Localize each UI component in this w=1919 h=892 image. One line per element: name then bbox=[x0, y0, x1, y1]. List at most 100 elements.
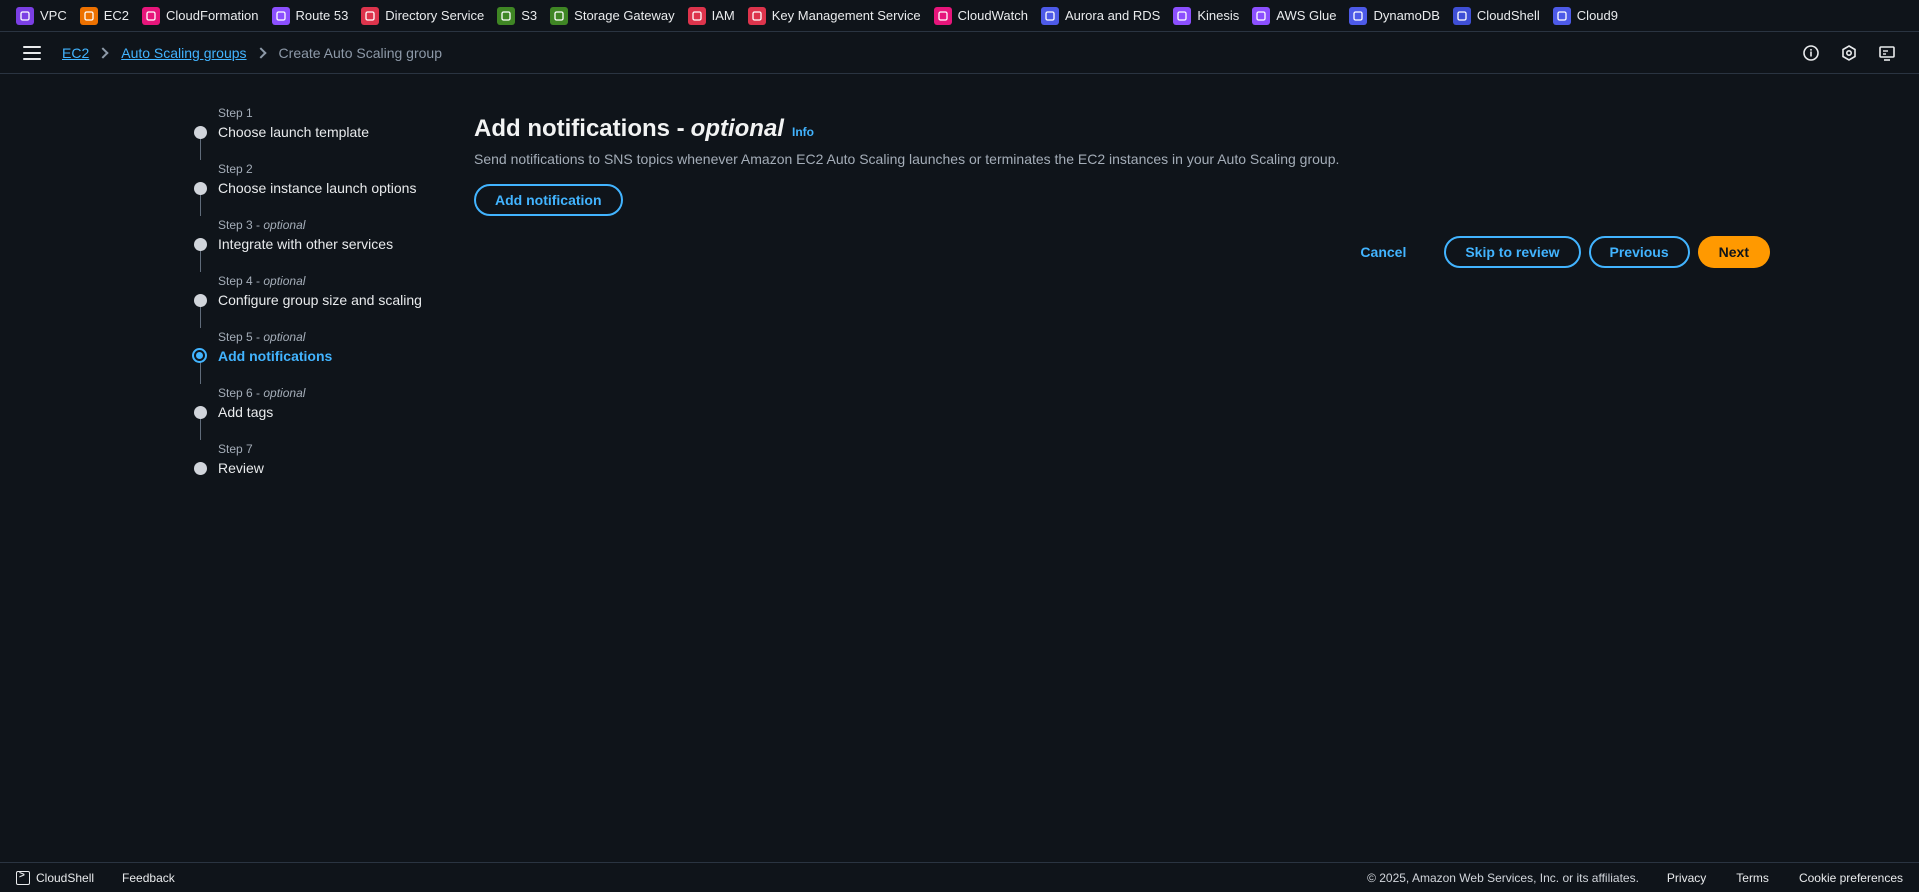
step-optional: optional bbox=[263, 386, 306, 400]
step-title[interactable]: Configure group size and scaling bbox=[218, 292, 422, 308]
favorite-dynamodb[interactable]: DynamoDB bbox=[1349, 6, 1440, 25]
step-number: Step 7 bbox=[218, 442, 253, 456]
step-title: Add notifications bbox=[218, 348, 333, 364]
next-button[interactable]: Next bbox=[1697, 236, 1770, 268]
step-number: Step 6 - optional bbox=[218, 386, 305, 400]
footer-privacy[interactable]: Privacy bbox=[1667, 871, 1706, 885]
favorite-label: S3 bbox=[521, 8, 538, 23]
breadcrumb-current: Create Auto Scaling group bbox=[278, 45, 442, 61]
favorite-storage-gateway[interactable]: Storage Gateway bbox=[550, 6, 675, 25]
cloudformation-icon bbox=[142, 6, 161, 25]
step-number-text: Step 7 bbox=[218, 442, 253, 456]
favorite-vpc[interactable]: VPC bbox=[16, 6, 67, 25]
wizard-step-7: Step 7 Review bbox=[192, 440, 452, 496]
wizard-step-6: Step 6 - optional Add tags bbox=[192, 384, 452, 440]
footer-cloudshell[interactable]: CloudShell bbox=[36, 871, 94, 885]
step-title[interactable]: Integrate with other services bbox=[218, 236, 393, 252]
step-number: Step 3 - optional bbox=[218, 218, 305, 232]
favorite-glue[interactable]: AWS Glue bbox=[1252, 6, 1337, 25]
favorite-label: VPC bbox=[40, 8, 67, 23]
favorite-cloudwatch[interactable]: CloudWatch bbox=[933, 6, 1028, 25]
footer-feedback[interactable]: Feedback bbox=[122, 871, 175, 885]
previous-button[interactable]: Previous bbox=[1588, 236, 1690, 268]
favorite-label: AWS Glue bbox=[1276, 8, 1337, 23]
cloud9-icon bbox=[1552, 6, 1571, 25]
glue-icon bbox=[1252, 6, 1271, 25]
ec2-icon bbox=[79, 6, 98, 25]
favorite-label: IAM bbox=[711, 8, 735, 23]
footer-cookie-preferences[interactable]: Cookie preferences bbox=[1799, 871, 1903, 885]
favorite-cloudshell[interactable]: CloudShell bbox=[1452, 6, 1540, 25]
favorite-iam[interactable]: IAM bbox=[687, 6, 735, 25]
step-number-text: Step 1 bbox=[218, 106, 253, 120]
step-separator: - bbox=[252, 330, 264, 344]
skip-to-review-button[interactable]: Skip to review bbox=[1444, 236, 1581, 268]
favorite-label: CloudShell bbox=[1476, 8, 1540, 23]
favorite-label: EC2 bbox=[103, 8, 130, 23]
favorite-label: Route 53 bbox=[295, 8, 349, 23]
info-link[interactable]: Info bbox=[792, 125, 814, 139]
cloudshell-icon[interactable] bbox=[16, 870, 30, 885]
wizard-actions: Cancel Skip to review Previous Next bbox=[1340, 236, 1770, 268]
step-indicator-icon bbox=[194, 126, 207, 139]
favorite-label: DynamoDB bbox=[1373, 8, 1440, 23]
favorite-s3[interactable]: S3 bbox=[497, 6, 538, 25]
favorite-rds[interactable]: Aurora and RDS bbox=[1040, 6, 1161, 25]
favorite-kms[interactable]: Key Management Service bbox=[747, 6, 921, 25]
wizard-step-4: Step 4 - optional Configure group size an… bbox=[192, 272, 452, 328]
favorite-label: Storage Gateway bbox=[574, 8, 675, 23]
favorite-label: Directory Service bbox=[385, 8, 485, 23]
menu-icon[interactable] bbox=[23, 46, 41, 60]
step-indicator-icon bbox=[194, 294, 207, 307]
favorite-label: CloudFormation bbox=[166, 8, 259, 23]
step-title[interactable]: Choose launch template bbox=[218, 124, 369, 140]
footer-terms[interactable]: Terms bbox=[1736, 871, 1769, 885]
favorite-label: Cloud9 bbox=[1576, 8, 1618, 23]
footer: CloudShell Feedback © 2025, Amazon Web S… bbox=[0, 862, 1919, 892]
step-number: Step 1 bbox=[218, 106, 253, 120]
top-right-icons bbox=[1783, 43, 1897, 63]
favorite-ec2[interactable]: EC2 bbox=[79, 6, 130, 25]
favorite-route53[interactable]: Route 53 bbox=[271, 6, 349, 25]
step-optional: optional bbox=[263, 218, 306, 232]
favorite-label: Kinesis bbox=[1197, 8, 1240, 23]
favorite-cloud9[interactable]: Cloud9 bbox=[1552, 6, 1618, 25]
breadcrumb-auto-scaling-groups[interactable]: Auto Scaling groups bbox=[121, 45, 246, 61]
favorite-directory-service[interactable]: Directory Service bbox=[361, 6, 485, 25]
step-indicator-icon bbox=[194, 238, 207, 251]
page-title: Add notifications - optional Info bbox=[474, 115, 1774, 143]
step-separator: - bbox=[252, 218, 264, 232]
route53-icon bbox=[271, 6, 290, 25]
s3-icon bbox=[497, 6, 516, 25]
info-icon[interactable] bbox=[1801, 43, 1821, 63]
wizard-step-1: Step 1 Choose launch template bbox=[192, 104, 452, 160]
cancel-button[interactable]: Cancel bbox=[1340, 244, 1426, 260]
step-number: Step 4 - optional bbox=[218, 274, 305, 288]
favorite-kinesis[interactable]: Kinesis bbox=[1173, 6, 1240, 25]
favorite-label: Aurora and RDS bbox=[1064, 8, 1161, 23]
iam-icon bbox=[687, 6, 706, 25]
favorite-cloudformation[interactable]: CloudFormation bbox=[142, 6, 259, 25]
storage-gateway-icon bbox=[550, 6, 569, 25]
kms-icon bbox=[747, 6, 766, 25]
favorite-label: CloudWatch bbox=[957, 8, 1028, 23]
step-optional: optional bbox=[263, 274, 306, 288]
step-title[interactable]: Choose instance launch options bbox=[218, 180, 416, 196]
vpc-icon bbox=[16, 6, 34, 25]
footer-copyright: © 2025, Amazon Web Services, Inc. or its… bbox=[1367, 870, 1639, 885]
favorites-bar: VPC EC2 CloudFormation Route 53 Directory Se… bbox=[0, 0, 1919, 32]
chevron-right-icon bbox=[254, 47, 267, 59]
step-indicator-icon bbox=[194, 182, 207, 195]
cloudwatch-icon bbox=[933, 6, 952, 25]
display-settings-icon[interactable] bbox=[1877, 43, 1897, 63]
step-number-text: Step 5 bbox=[218, 330, 253, 344]
settings-hexagon-icon[interactable] bbox=[1839, 43, 1859, 63]
breadcrumb-ec2[interactable]: EC2 bbox=[62, 45, 89, 61]
wizard-step-3: Step 3 - optional Integrate with other se… bbox=[192, 216, 452, 272]
step-number-text: Step 4 bbox=[218, 274, 253, 288]
step-number-text: Step 3 bbox=[218, 218, 253, 232]
rds-icon bbox=[1040, 6, 1059, 25]
step-number-text: Step 6 bbox=[218, 386, 253, 400]
step-number: Step 2 bbox=[218, 162, 253, 176]
add-notification-button[interactable]: Add notification bbox=[474, 184, 623, 216]
